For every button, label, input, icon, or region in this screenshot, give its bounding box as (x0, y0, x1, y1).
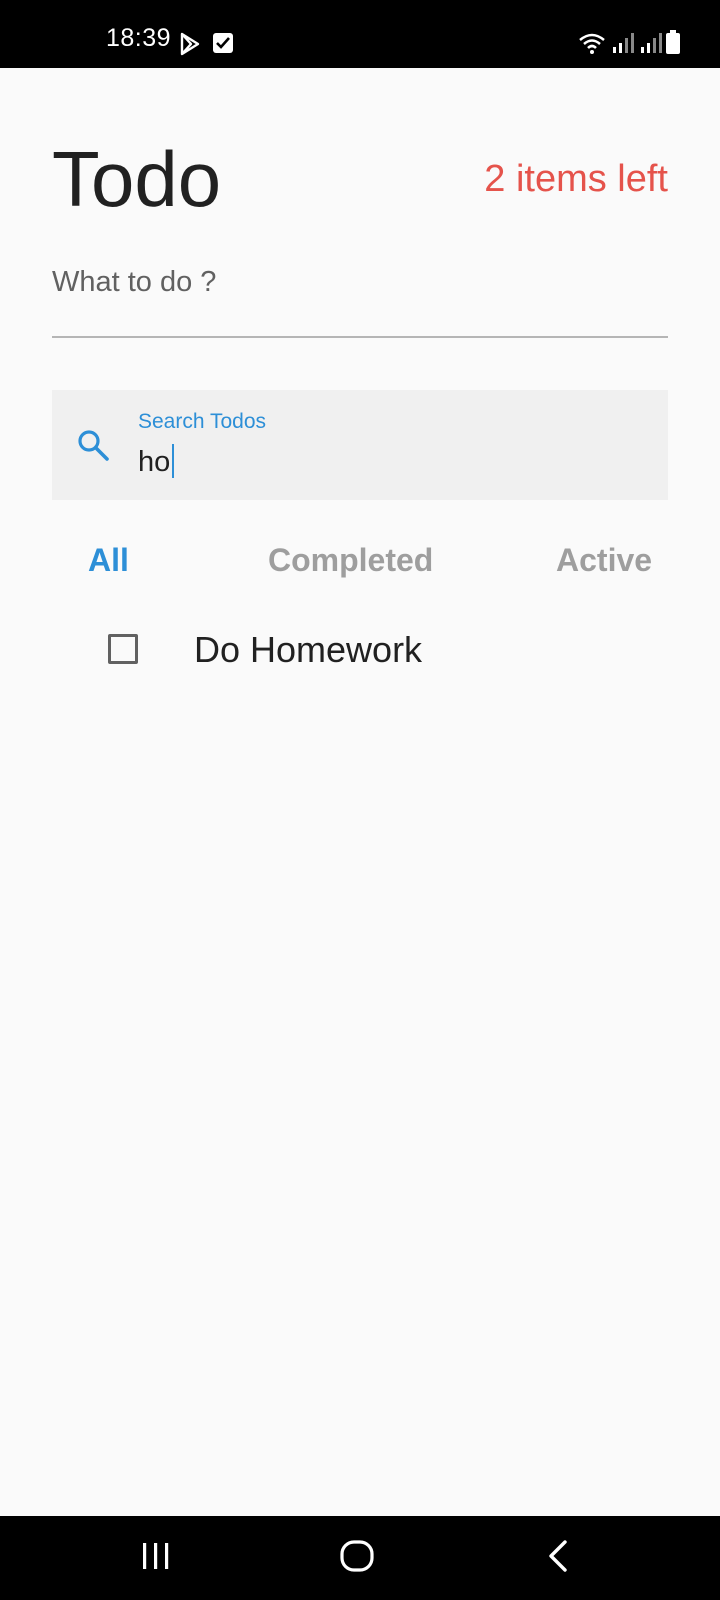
items-left-counter: 2 items left (484, 158, 668, 200)
search-box[interactable]: Search Todos (52, 390, 668, 500)
check-square-icon (212, 32, 234, 59)
search-label: Search Todos (138, 410, 267, 433)
signal-icon (640, 32, 662, 59)
recent-apps-button[interactable] (96, 1516, 216, 1600)
recent-apps-icon (140, 1541, 172, 1576)
todo-text: Do Homework (194, 629, 423, 670)
home-button[interactable] (297, 1516, 417, 1600)
new-todo-field (52, 262, 668, 338)
page-title: Todo (52, 135, 222, 223)
status-time: 18:39 (106, 24, 172, 52)
tab-all[interactable]: All (88, 540, 129, 580)
back-button[interactable] (498, 1516, 618, 1600)
text-cursor (172, 444, 174, 478)
search-input[interactable] (138, 442, 638, 482)
todo-checkbox[interactable] (108, 634, 138, 664)
navigation-bar (0, 1516, 720, 1600)
battery-icon (666, 30, 680, 59)
tab-active[interactable]: Active (556, 540, 652, 580)
signal-icon (612, 32, 634, 59)
list-item: Do Homework (0, 620, 720, 680)
filter-tabs: All Completed Active (0, 540, 720, 580)
status-bar: 18:39 (0, 0, 720, 68)
tab-completed[interactable]: Completed (268, 540, 433, 580)
home-icon (340, 1539, 374, 1577)
wifi-icon (578, 32, 606, 59)
play-store-icon (178, 32, 202, 61)
back-icon (547, 1539, 569, 1577)
new-todo-input[interactable] (52, 262, 668, 302)
search-icon (76, 428, 110, 467)
